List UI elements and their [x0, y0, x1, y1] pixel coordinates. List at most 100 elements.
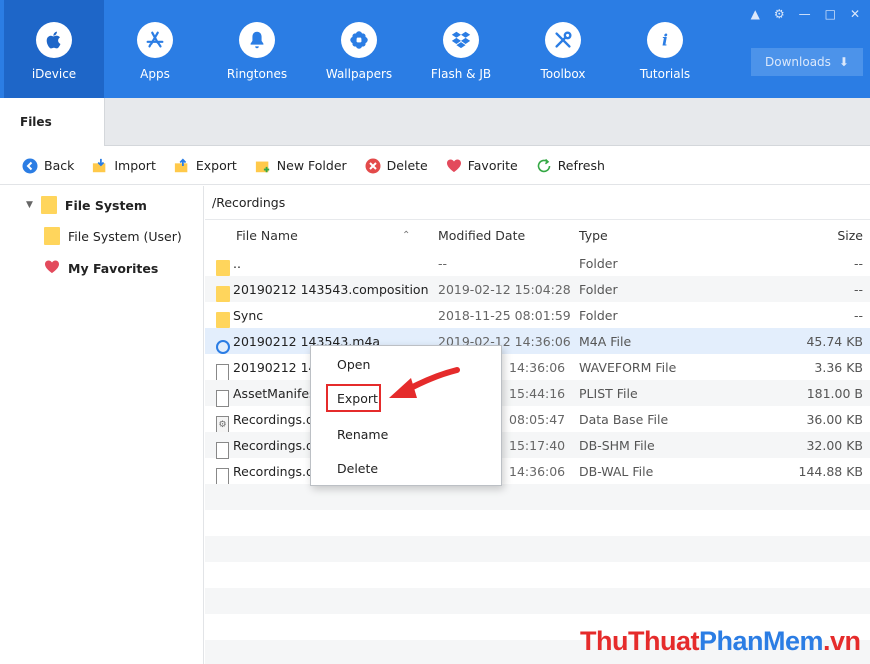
file-date: -- — [438, 256, 448, 271]
file-type: Folder — [579, 308, 618, 323]
import-button[interactable]: Import — [92, 158, 156, 174]
file-type: DB-SHM File — [579, 438, 655, 453]
file-size: 3.36 KB — [814, 360, 863, 375]
nav-label: Apps — [140, 67, 170, 81]
red-arrow-annotation — [389, 367, 460, 398]
table-row[interactable]: Sync 2018-11-25 08:01:59 Folder -- — [205, 302, 870, 328]
file-date: 2018-11-25 08:01:59 — [438, 308, 571, 323]
table-row[interactable]: 20190212 143543.composition 2019-02-12 1… — [205, 276, 870, 302]
refresh-label: Refresh — [557, 158, 605, 173]
download-arrow-icon: ⬇ — [838, 55, 849, 69]
table-row[interactable]: 20190212 143543.m4a 2019-02-12 14:36:06 … — [205, 328, 870, 354]
nav-tutorials[interactable]: i Tutorials — [615, 0, 715, 98]
column-size[interactable]: Size — [837, 228, 863, 243]
file-size: -- — [853, 282, 863, 297]
file-date: 14:36:06 — [509, 360, 566, 375]
nav-idevice[interactable]: iDevice — [4, 0, 104, 98]
maximize-icon[interactable]: □ — [825, 7, 836, 21]
file-size: -- — [853, 256, 863, 271]
file-type: WAVEFORM File — [579, 360, 677, 375]
folder-icon — [40, 196, 57, 214]
watermark-part: ThuThuat — [580, 626, 699, 656]
minimize-icon[interactable]: — — [799, 7, 811, 21]
export-label: Export — [195, 158, 237, 173]
table-row[interactable]: .. -- Folder -- — [205, 250, 870, 276]
tree-item-file-system-user[interactable]: File System (User) — [44, 227, 182, 245]
nav-apps[interactable]: Apps — [105, 0, 205, 98]
app-store-icon — [137, 22, 173, 58]
new-folder-button[interactable]: New Folder — [255, 158, 347, 174]
table-row[interactable]: 20190212 143 14:36:06 WAVEFORM File 3.36… — [205, 354, 870, 381]
top-nav-bar: iDevice Apps Ringtones Wallpapers Flash … — [0, 0, 870, 98]
nav-toolbox[interactable]: Toolbox — [513, 0, 613, 98]
nav-flash-jb[interactable]: Flash & JB — [411, 0, 511, 98]
file-name: Sync — [233, 308, 264, 323]
nav-label: Tutorials — [639, 67, 691, 81]
back-icon — [22, 158, 38, 174]
table-row[interactable]: ⚙ Recordings.d 08:05:47 Data Base File 3… — [205, 406, 870, 433]
file-date: 08:05:47 — [509, 412, 566, 427]
context-menu-open[interactable]: Open — [337, 357, 370, 372]
delete-button[interactable]: Delete — [365, 158, 428, 174]
file-type: PLIST File — [579, 386, 638, 401]
empty-row — [205, 484, 870, 510]
info-icon: i — [647, 22, 683, 58]
delete-label: Delete — [386, 158, 428, 173]
tree-item-my-favorites[interactable]: My Favorites — [44, 259, 158, 277]
downloads-button[interactable]: Downloads ⬇ — [751, 48, 863, 76]
refresh-button[interactable]: Refresh — [536, 158, 605, 174]
heart-icon — [44, 259, 60, 277]
delete-icon — [365, 158, 381, 174]
file-name: Recordings.d — [233, 438, 314, 453]
nav-ringtones[interactable]: Ringtones — [207, 0, 307, 98]
table-row[interactable]: AssetManifes 15:44:16 PLIST File 181.00 … — [205, 380, 870, 407]
favorite-label: Favorite — [467, 158, 518, 173]
shirt-icon[interactable]: ▲ — [751, 7, 760, 21]
apple-icon — [36, 22, 72, 58]
empty-row — [205, 588, 870, 614]
svg-text:i: i — [662, 31, 668, 50]
favorite-button[interactable]: Favorite — [446, 158, 518, 174]
file-type: Data Base File — [579, 412, 669, 427]
empty-row — [205, 562, 870, 588]
back-button[interactable]: Back — [22, 158, 74, 174]
table-row[interactable]: Recordings.d 15:17:40 DB-SHM File 32.00 … — [205, 432, 870, 459]
tree-item-file-system[interactable]: ▼ File System — [26, 196, 147, 214]
nav-label: Flash & JB — [430, 67, 492, 81]
new-folder-icon — [255, 158, 271, 174]
file-type: Folder — [579, 282, 618, 297]
export-button[interactable]: Export — [174, 158, 237, 174]
table-row[interactable]: Recordings.d 14:36:06 DB-WAL File 144.88… — [205, 458, 870, 485]
nav-label: iDevice — [31, 67, 77, 81]
expand-arrow-icon[interactable]: ▼ — [26, 200, 33, 210]
context-menu-export[interactable]: Export — [337, 391, 378, 406]
file-name: Recordings.d — [233, 464, 314, 479]
refresh-icon — [536, 158, 552, 174]
gear-icon[interactable]: ⚙ — [774, 7, 785, 21]
file-name: 20190212 143543.composition — [233, 282, 429, 297]
nav-wallpapers[interactable]: Wallpapers — [309, 0, 409, 98]
column-modified-date[interactable]: Modified Date — [438, 228, 525, 243]
close-icon[interactable]: ✕ — [850, 7, 860, 21]
sort-ascending-icon[interactable]: ⌃ — [402, 230, 410, 241]
context-menu-rename[interactable]: Rename — [337, 427, 388, 442]
nav-label: Toolbox — [540, 67, 586, 81]
watermark-part: .vn — [823, 626, 861, 656]
file-date: 15:17:40 — [509, 438, 566, 453]
tools-icon — [545, 22, 581, 58]
column-file-name[interactable]: File Name — [236, 228, 298, 243]
file-size: 36.00 KB — [806, 412, 863, 427]
file-date: 2019-02-12 15:04:28 — [438, 282, 571, 297]
tree-item-label: File System (User) — [68, 228, 182, 244]
bell-icon — [239, 22, 275, 58]
context-menu-delete[interactable]: Delete — [337, 461, 378, 476]
folder-icon — [44, 227, 60, 245]
import-icon — [92, 158, 108, 174]
nav-label: Wallpapers — [325, 67, 393, 81]
file-date: 14:36:06 — [509, 464, 566, 479]
nav-label: Ringtones — [226, 67, 288, 81]
column-type[interactable]: Type — [579, 228, 608, 243]
tab-files[interactable]: Files — [0, 98, 105, 146]
file-name: Recordings.d — [233, 412, 314, 427]
heart-icon — [446, 158, 462, 174]
